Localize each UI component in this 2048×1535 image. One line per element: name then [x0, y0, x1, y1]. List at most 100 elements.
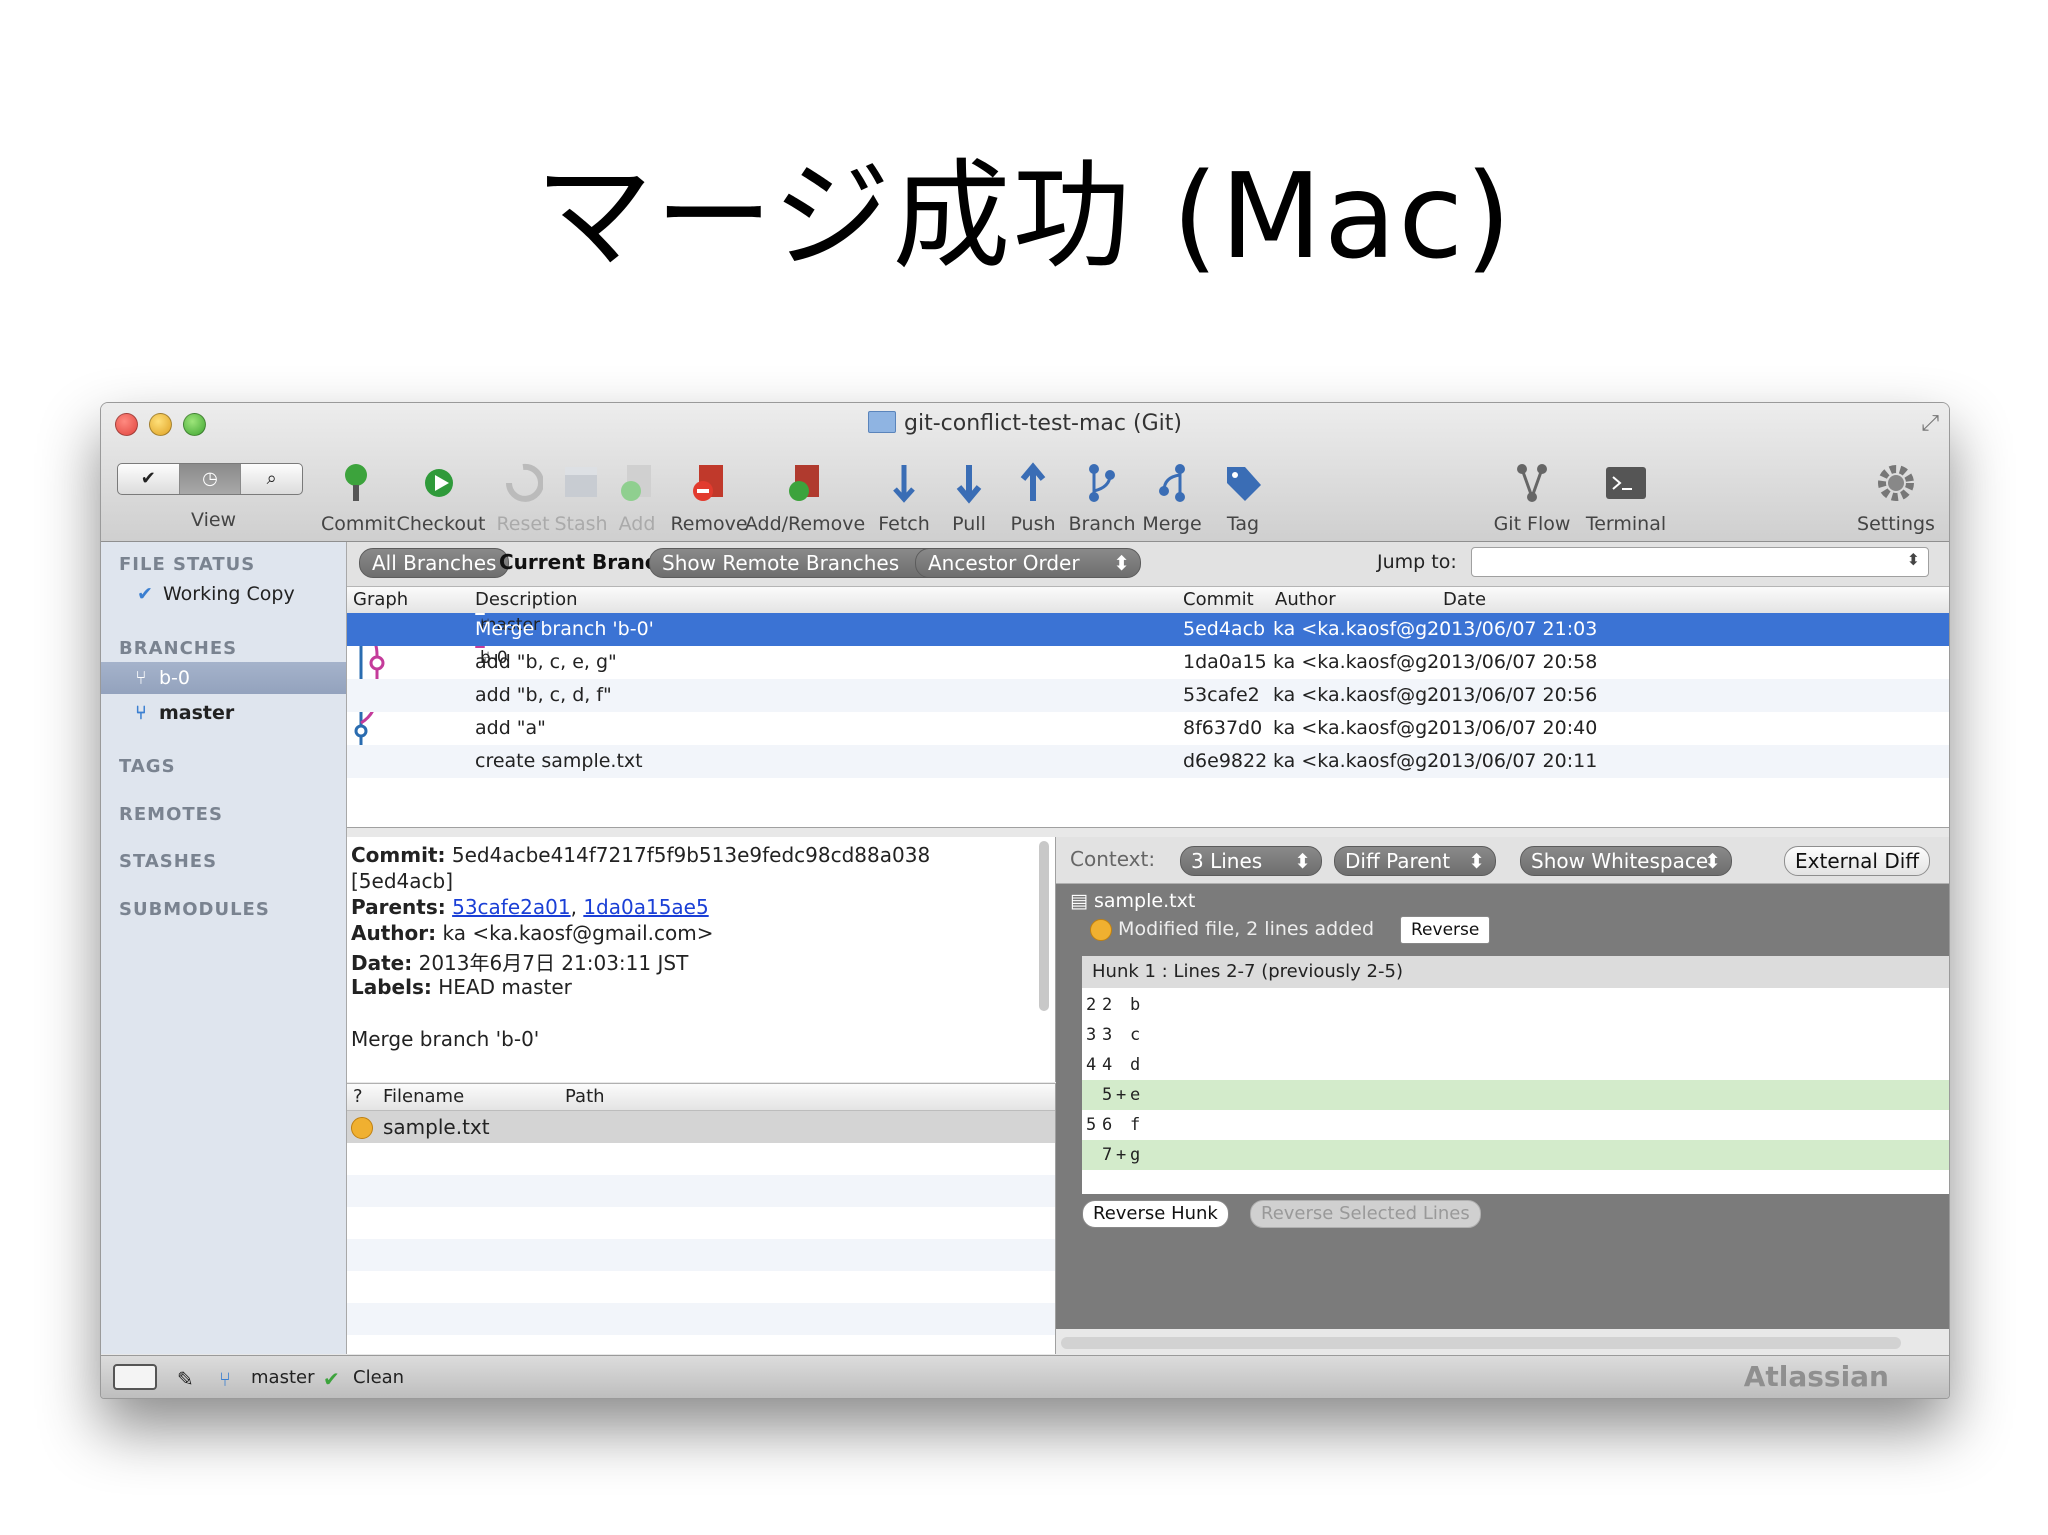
- git-flow-icon: [1517, 464, 1547, 502]
- diff-horizontal-scrollbar[interactable]: [1061, 1337, 1901, 1349]
- status-column-header[interactable]: ?: [353, 1086, 363, 1107]
- table-row[interactable]: ⑂ b-0 add "b, c, e, g" 1da0a15 ka <ka.kao…: [347, 646, 1949, 679]
- context-select[interactable]: 3 Lines ⬍: [1180, 846, 1322, 876]
- search-view-icon[interactable]: ⌕: [241, 464, 302, 494]
- stash-icon: [565, 467, 597, 497]
- checkout-button[interactable]: Checkout: [393, 459, 489, 535]
- status-clean: Clean: [353, 1367, 405, 1388]
- view-label: View: [191, 509, 237, 531]
- file-status-view-icon[interactable]: ✔: [118, 464, 180, 494]
- fullscreen-icon[interactable]: ⤢: [1921, 411, 1939, 436]
- tag-icon: [1227, 467, 1261, 501]
- remote-branches-select[interactable]: Show Remote Branches⬍: [649, 548, 955, 578]
- settings-button[interactable]: Settings: [1851, 459, 1941, 535]
- path-column-header[interactable]: Path: [565, 1086, 605, 1107]
- branch-icon: [1089, 464, 1115, 502]
- reverse-selected-lines-button[interactable]: Reverse Selected Lines: [1250, 1200, 1481, 1228]
- diff-line[interactable]: 22b: [1082, 990, 1949, 1020]
- reverse-file-button[interactable]: Reverse: [1400, 916, 1491, 944]
- pull-button[interactable]: Pull: [939, 459, 999, 535]
- diff-file-status: Modified file, 2 lines added: [1090, 918, 1374, 941]
- reset-button[interactable]: Reset: [493, 459, 553, 535]
- description-column-header[interactable]: Description: [475, 589, 578, 610]
- stepper-icon: ⬍: [1468, 849, 1485, 873]
- table-row[interactable]: sample.txt: [347, 1111, 1055, 1143]
- commit-hash-line: Commit: 5ed4acbe414f7217f5f9b513e9fedc98…: [351, 843, 931, 867]
- remove-button[interactable]: Remove: [669, 459, 749, 535]
- author-line: Author: ka <ka.kaosf@gmail.com>: [351, 921, 714, 945]
- sidebar-item-branch-b-0[interactable]: ⑂ b-0: [101, 662, 346, 694]
- stepper-icon: ⬍: [1294, 849, 1311, 873]
- terminal-icon: [1606, 467, 1646, 499]
- toggle-sidebar-icon[interactable]: [113, 1364, 157, 1390]
- branches-heading[interactable]: BRANCHES: [119, 638, 237, 659]
- edit-icon[interactable]: ✎: [177, 1367, 194, 1391]
- commit-column-header[interactable]: Commit: [1183, 589, 1254, 610]
- diff-line[interactable]: 44d: [1082, 1050, 1949, 1080]
- pull-icon: [956, 465, 982, 504]
- tags-heading[interactable]: TAGS: [119, 756, 176, 777]
- push-button[interactable]: Push: [1003, 459, 1063, 535]
- commit-message: Merge branch 'b-0': [351, 1027, 540, 1051]
- diff-line-added[interactable]: 7 + g: [1082, 1140, 1949, 1170]
- commit-button[interactable]: Commit: [321, 459, 396, 535]
- modified-icon: [1090, 918, 1112, 941]
- fetch-button[interactable]: Fetch: [871, 459, 937, 535]
- add-remove-button[interactable]: Add/Remove: [743, 459, 867, 535]
- details-scrollbar[interactable]: [1039, 841, 1049, 1011]
- file-icon: ▤: [1070, 890, 1088, 912]
- merge-icon: [1159, 464, 1185, 502]
- diff-line-added[interactable]: 5 + e: [1082, 1080, 1949, 1110]
- filename-column-header[interactable]: Filename: [383, 1086, 464, 1107]
- file-status-heading[interactable]: FILE STATUS: [119, 554, 255, 575]
- date-line: Date: 2013年6月7日 21:03:11 JST: [351, 951, 689, 975]
- stepper-icon: ⬍: [1113, 551, 1130, 575]
- parent-link[interactable]: 1da0a15ae5: [583, 895, 708, 919]
- branch-icon: ⑂: [135, 702, 147, 724]
- external-diff-button[interactable]: External Diff: [1784, 846, 1931, 876]
- stash-button[interactable]: Stash: [551, 459, 611, 535]
- table-row[interactable]: create sample.txt d6e9822 ka <ka.kaosf@g…: [347, 745, 1949, 778]
- graph-column-header[interactable]: Graph: [353, 589, 408, 610]
- order-select[interactable]: Ancestor Order ⬍: [915, 548, 1141, 578]
- diff-pane: ▤ sample.txt Modified file, 2 lines adde…: [1056, 884, 1949, 1329]
- remotes-heading[interactable]: REMOTES: [119, 804, 223, 825]
- diff-line[interactable]: 33c: [1082, 1020, 1949, 1050]
- merge-button[interactable]: Merge: [1137, 459, 1207, 535]
- table-row[interactable]: ⑂ master Merge branch 'b-0' 5ed4acb ka <k…: [347, 613, 1949, 646]
- checkout-icon: [425, 469, 453, 497]
- table-row[interactable]: add "a" 8f637d0 ka <ka.kaosf@g... 2013/0…: [347, 712, 1949, 745]
- branch-button[interactable]: Branch: [1067, 459, 1137, 535]
- commit-details-pane: Commit: 5ed4acbe414f7217f5f9b513e9fedc98…: [347, 837, 1129, 1082]
- terminal-button[interactable]: Terminal: [1581, 459, 1671, 535]
- table-header: Graph Description Commit Author Date: [347, 587, 1949, 614]
- jump-to-select[interactable]: ⬍: [1471, 547, 1929, 577]
- sidebar-item-working-copy[interactable]: ✔ Working Copy: [101, 578, 346, 610]
- log-view-icon[interactable]: ◷: [179, 464, 242, 494]
- diff-parent-select[interactable]: Diff Parent ⬍: [1334, 846, 1496, 876]
- reverse-hunk-button[interactable]: Reverse Hunk: [1082, 1200, 1229, 1228]
- add-button[interactable]: Add: [607, 459, 667, 535]
- stashes-heading[interactable]: STASHES: [119, 851, 217, 872]
- diff-line[interactable]: 56f: [1082, 1110, 1949, 1140]
- table-row[interactable]: add "b, c, d, f" 53cafe2 ka <ka.kaosf@g.…: [347, 679, 1949, 712]
- sourcetree-window: git-conflict-test-mac (Git) ⤢ ✔ ◷ ⌕ View…: [100, 402, 1950, 1399]
- stepper-icon: ⬍: [1906, 550, 1920, 569]
- submodules-heading[interactable]: SUBMODULES: [119, 899, 270, 920]
- fetch-icon: [893, 465, 915, 503]
- commit-icon: [345, 464, 367, 501]
- author-column-header[interactable]: Author: [1275, 589, 1336, 610]
- window-title: git-conflict-test-mac (Git): [101, 411, 1949, 436]
- add-icon: [621, 465, 651, 501]
- parents-line: Parents: 53cafe2a01, 1da0a15ae5: [351, 895, 709, 919]
- titlebar: git-conflict-test-mac (Git) ⤢ ✔ ◷ ⌕ View…: [101, 403, 1949, 542]
- tag-button[interactable]: Tag: [1213, 459, 1273, 535]
- date-column-header[interactable]: Date: [1443, 589, 1486, 610]
- git-flow-button[interactable]: Git Flow: [1487, 459, 1577, 535]
- sidebar-item-branch-master[interactable]: ⑂ master: [101, 697, 346, 729]
- sidebar: FILE STATUS ✔ Working Copy BRANCHES ⑂ b-0 …: [101, 542, 347, 1354]
- view-segmented-control[interactable]: ✔ ◷ ⌕: [117, 463, 303, 495]
- parent-link[interactable]: 53cafe2a01: [452, 895, 570, 919]
- modified-icon: [351, 1117, 373, 1139]
- show-whitespace-select[interactable]: Show Whitespace ⬍: [1520, 846, 1732, 876]
